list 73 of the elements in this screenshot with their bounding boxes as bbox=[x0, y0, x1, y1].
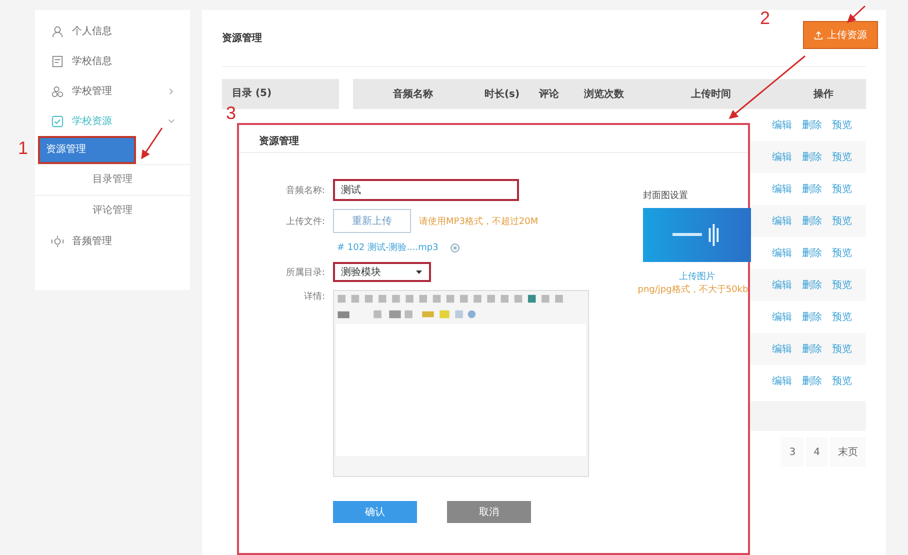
action-link[interactable]: 删除 bbox=[802, 310, 822, 324]
column-header: 上传时间 bbox=[690, 88, 732, 101]
action-link[interactable]: 删除 bbox=[802, 374, 822, 388]
remove-icon[interactable] bbox=[450, 242, 460, 252]
checkbox-icon bbox=[51, 114, 64, 128]
sidebar-item[interactable]: 学校管理 bbox=[35, 76, 190, 106]
page-button[interactable]: 末页 bbox=[830, 437, 866, 467]
confirm-button[interactable]: 确认 bbox=[333, 501, 417, 523]
action-link[interactable]: 预览 bbox=[832, 118, 852, 132]
cover-label: 封面图设置 bbox=[643, 190, 689, 202]
action-link[interactable]: 预览 bbox=[832, 310, 852, 324]
rich-text-editor[interactable] bbox=[333, 290, 589, 477]
upload-button[interactable]: 上传资源 bbox=[803, 21, 878, 49]
submenu-item[interactable]: 目录管理 bbox=[35, 164, 190, 195]
sidebar-item[interactable]: 学校信息 bbox=[35, 46, 190, 76]
action-link[interactable]: 预览 bbox=[832, 374, 852, 388]
field-label: 上传文件: bbox=[284, 216, 325, 228]
step-number: 1 bbox=[18, 138, 28, 159]
field-label: 详情: bbox=[302, 290, 325, 303]
action-link[interactable]: 编辑 bbox=[772, 214, 792, 228]
field-label: 所属目录: bbox=[284, 266, 325, 278]
column-header: 音频名称 bbox=[392, 87, 434, 101]
sidebar-item[interactable]: 个人信息 bbox=[35, 16, 190, 46]
field-label: 音频名称: bbox=[284, 184, 325, 196]
action-link[interactable]: 删除 bbox=[802, 150, 822, 164]
action-link[interactable]: 编辑 bbox=[772, 342, 792, 356]
action-link[interactable]: 删除 bbox=[802, 182, 822, 196]
caret-icon bbox=[415, 268, 423, 276]
action-link[interactable]: 删除 bbox=[802, 214, 822, 228]
people-icon bbox=[51, 84, 64, 98]
action-link[interactable]: 编辑 bbox=[772, 150, 792, 164]
dialog-title: 资源管理 bbox=[239, 125, 748, 153]
step-number: 2 bbox=[760, 8, 770, 29]
action-link[interactable]: 预览 bbox=[832, 214, 852, 228]
page-button[interactable]: 3 bbox=[781, 437, 804, 467]
action-link[interactable]: 删除 bbox=[802, 278, 822, 292]
document-icon bbox=[51, 54, 64, 68]
sidebar-item[interactable]: 音频管理 bbox=[35, 226, 190, 256]
column-header: 评论 bbox=[538, 88, 560, 101]
upload-icon bbox=[814, 30, 823, 40]
image-hint: png/jpg格式，不大于50kb bbox=[636, 284, 750, 296]
page-button[interactable]: 4 bbox=[806, 437, 828, 467]
arrow bbox=[141, 128, 163, 160]
submenu-item[interactable]: 评论管理 bbox=[35, 195, 190, 226]
reupload-button[interactable]: 重新上传 bbox=[333, 209, 411, 233]
action-link[interactable]: 预览 bbox=[832, 342, 852, 356]
action-link[interactable]: 预览 bbox=[832, 150, 852, 164]
action-link[interactable]: 编辑 bbox=[772, 374, 792, 388]
directory-select[interactable]: 测验模块 bbox=[333, 262, 431, 282]
file-hint: 请使用MP3格式，不超过20M bbox=[419, 216, 538, 228]
action-link[interactable]: 删除 bbox=[802, 246, 822, 260]
action-link[interactable]: 编辑 bbox=[772, 246, 792, 260]
arrow bbox=[846, 5, 866, 24]
sidebar-item[interactable]: 学校资源 bbox=[35, 106, 190, 136]
file-name[interactable]: # 102 测试-测验....mp3 bbox=[337, 241, 438, 254]
action-link[interactable]: 编辑 bbox=[772, 118, 792, 132]
action-link[interactable]: 预览 bbox=[832, 182, 852, 196]
action-link[interactable]: 编辑 bbox=[772, 278, 792, 292]
page-title: 资源管理 bbox=[222, 32, 262, 45]
action-link[interactable]: 预览 bbox=[832, 246, 852, 260]
person-icon bbox=[51, 24, 64, 38]
column-header: 浏览次数 bbox=[583, 88, 625, 101]
upload-image-link[interactable]: 上传图片 bbox=[643, 270, 751, 283]
action-link[interactable]: 预览 bbox=[832, 278, 852, 292]
action-link[interactable]: 编辑 bbox=[772, 182, 792, 196]
name-field[interactable]: 测试 bbox=[333, 179, 519, 201]
submenu-item[interactable]: 资源管理 bbox=[38, 136, 136, 164]
action-link[interactable]: 删除 bbox=[802, 118, 822, 132]
column-header: 时长(s) bbox=[483, 88, 521, 101]
cancel-button[interactable]: 取消 bbox=[447, 501, 531, 523]
action-link[interactable]: 编辑 bbox=[772, 310, 792, 324]
column-header: 操作 bbox=[812, 88, 834, 101]
action-link[interactable]: 删除 bbox=[802, 342, 822, 356]
